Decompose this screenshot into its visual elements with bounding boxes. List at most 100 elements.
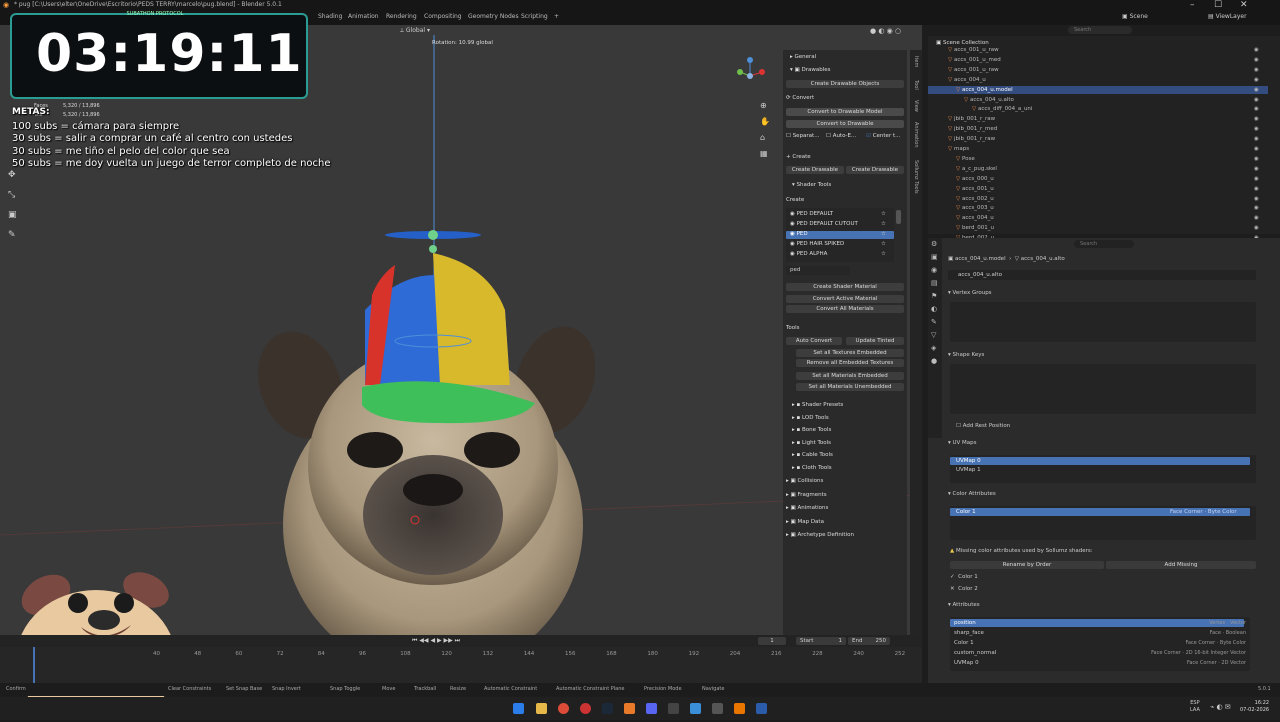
visibility-eye-icon[interactable]: ◉ <box>1254 126 1259 132</box>
keyboard-language[interactable]: ESP LAA <box>1190 700 1200 714</box>
shader-list-item[interactable]: ◉ PED ALPHA <box>790 251 827 257</box>
create-drawable-button-2[interactable]: Create Drawable <box>846 166 904 174</box>
workspace-tab-animation[interactable]: Animation <box>348 13 379 20</box>
visibility-eye-icon[interactable]: ◉ <box>1254 116 1259 122</box>
outliner-item[interactable]: ▽ accs_004_u <box>948 77 986 83</box>
uv-map-selected-row[interactable] <box>950 457 1250 465</box>
section-map-data[interactable]: ▸ ▣ Map Data <box>786 519 824 525</box>
outliner-item[interactable]: ▽ accs_001_u <box>956 186 994 192</box>
outliner-item[interactable]: ▽ accs_004_u.model <box>956 87 1013 93</box>
scene-collection-header[interactable]: ▣ Scene Collection <box>936 40 989 46</box>
set-all-textures-embedded-button[interactable]: Set all Textures Embedded <box>796 349 904 357</box>
terminal-icon[interactable] <box>712 703 723 714</box>
convert-to-drawable-button[interactable]: Convert to Drawable <box>786 120 904 128</box>
set-all-materials-embedded-button[interactable]: Set all Materials Embedded <box>796 372 904 380</box>
favorite-star-icon[interactable]: ☆ <box>881 241 886 247</box>
workspace-tab-compositing[interactable]: Compositing <box>424 13 462 20</box>
outliner-search-input[interactable]: Search <box>1068 26 1132 34</box>
favorite-star-icon[interactable]: ☆ <box>881 251 886 257</box>
favorite-star-icon[interactable]: ☆ <box>881 221 886 227</box>
create-drawable-button-1[interactable]: Create Drawable <box>786 166 844 174</box>
visibility-eye-icon[interactable]: ◉ <box>1254 176 1259 182</box>
current-frame-field[interactable]: 1 <box>758 637 786 645</box>
shape-keys-panel[interactable]: ▾ Shape Keys <box>948 352 984 358</box>
outliner-item[interactable]: ▽ accs_003_u <box>956 205 994 211</box>
outliner-item[interactable]: ▽ Pose <box>956 156 975 162</box>
set-all-materials-unembedded-button[interactable]: Set all Materials Unembedded <box>796 383 904 391</box>
camera-icon[interactable]: ⌂ <box>760 130 770 146</box>
playhead[interactable] <box>33 647 35 683</box>
visibility-eye-icon[interactable]: ◉ <box>1254 57 1259 63</box>
visibility-eye-icon[interactable]: ◉ <box>1254 106 1259 112</box>
center-checkbox[interactable]: ☑ Center t... <box>866 133 900 139</box>
shader-list-item[interactable]: ◉ PED HAIR SPIKED <box>790 241 844 247</box>
outliner-item[interactable]: ▽ a_c_pug.skel <box>956 166 997 172</box>
uv-map-0[interactable]: UVMap 0 <box>956 458 981 464</box>
workspace-tab-scripting[interactable]: Scripting <box>521 13 548 20</box>
subpanel-shader-presets[interactable]: ▸ ▪ Shader Presets <box>792 402 843 408</box>
pan-hand-icon[interactable]: ✋ <box>760 114 770 130</box>
settings-icon[interactable] <box>690 703 701 714</box>
convert-active-material-button[interactable]: Convert Active Material <box>786 295 904 303</box>
scale-tool-icon[interactable]: ⤡ <box>8 185 17 205</box>
view-layer-selector[interactable]: ▤ ViewLayer <box>1208 13 1247 20</box>
end-frame-field[interactable]: End 250 <box>848 637 890 645</box>
vertex-groups-list[interactable] <box>950 302 1256 342</box>
section-animations[interactable]: ▸ ▣ Animations <box>786 505 828 511</box>
vertex-groups-panel[interactable]: ▾ Vertex Groups <box>948 290 992 296</box>
workspace-tab-shading[interactable]: Shading <box>318 13 342 20</box>
workspace-tab-geometry-nodes[interactable]: Geometry Nodes <box>468 13 519 20</box>
visibility-eye-icon[interactable]: ◉ <box>1254 87 1259 93</box>
opera-icon[interactable] <box>580 703 591 714</box>
visibility-eye-icon[interactable]: ◉ <box>1254 196 1259 202</box>
attribute-selected-row[interactable] <box>950 619 1244 627</box>
workspace-tab-rendering[interactable]: Rendering <box>386 13 417 20</box>
shader-list-item[interactable]: ◉ PED DEFAULT CUTOUT <box>790 221 858 227</box>
subpanel-lod-tools[interactable]: ▸ ▪ LOD Tools <box>792 415 829 421</box>
app-icon[interactable] <box>756 703 767 714</box>
obs-icon[interactable] <box>668 703 679 714</box>
scene-selector[interactable]: ▣ Scene <box>1122 13 1148 20</box>
auto-convert-button[interactable]: Auto Convert <box>786 337 842 345</box>
create-shader-material-button[interactable]: Create Shader Material <box>786 283 904 291</box>
visibility-eye-icon[interactable]: ◉ <box>1254 146 1259 152</box>
sidebar-tab-view[interactable]: View <box>913 100 919 112</box>
outliner-item[interactable]: ▽ accs_002_u <box>956 196 994 202</box>
properties-search-input[interactable]: Search <box>1074 240 1134 248</box>
viewport-nav-buttons[interactable]: ⊕ ✋ ⌂ ▦ <box>760 98 770 162</box>
chrome-icon[interactable] <box>558 703 569 714</box>
visibility-eye-icon[interactable]: ◉ <box>1254 215 1259 221</box>
sidebar-tab-item[interactable]: Item <box>913 56 919 67</box>
convert-all-materials-button[interactable]: Convert All Materials <box>786 305 904 313</box>
shader-list-scrollbar[interactable] <box>896 210 901 224</box>
visibility-eye-icon[interactable]: ◉ <box>1254 97 1259 103</box>
start-frame-field[interactable]: Start 1 <box>796 637 846 645</box>
navigation-gizmo[interactable] <box>730 56 770 96</box>
minimize-button[interactable]: – <box>1190 0 1195 10</box>
outliner-item[interactable]: ▽ accs_001_u_med <box>948 57 1001 63</box>
shader-tools-section[interactable]: ▾ Shader Tools <box>792 182 831 188</box>
shape-keys-list[interactable] <box>950 364 1256 414</box>
perspective-grid-icon[interactable]: ▦ <box>760 146 770 162</box>
orientation-dropdown[interactable]: ⟂ Global ▾ <box>400 27 430 35</box>
outliner-item[interactable]: ▽ accs_000_u <box>956 176 994 182</box>
visibility-eye-icon[interactable]: ◉ <box>1254 225 1259 231</box>
properties-tabs[interactable]: ⚙ ▣ ◉ ▤ ⚑ ◐ ✎ ▽ ◈ ● <box>928 238 942 438</box>
visibility-eye-icon[interactable]: ◉ <box>1254 186 1259 192</box>
remove-all-embedded-textures-button[interactable]: Remove all Embedded Textures <box>796 359 904 367</box>
sidebar-tab-sollumz-tools[interactable]: Sollumz Tools <box>913 160 919 194</box>
color-attribute-name[interactable]: Color 1 <box>956 509 976 515</box>
favorite-star-icon[interactable]: ☆ <box>881 231 886 237</box>
visibility-eye-icon[interactable]: ◉ <box>1254 136 1259 142</box>
attributes-panel[interactable]: ▾ Attributes <box>948 602 980 608</box>
subpanel-cloth-tools[interactable]: ▸ ▪ Cloth Tools <box>792 465 832 471</box>
visibility-eye-icon[interactable]: ◉ <box>1254 77 1259 83</box>
general-section[interactable]: ▸ General <box>790 54 816 60</box>
blender-taskbar-icon[interactable] <box>734 703 745 714</box>
update-tinted-button[interactable]: Update Tinted <box>846 337 904 345</box>
attribute-name[interactable]: position <box>954 620 976 626</box>
visibility-eye-icon[interactable]: ◉ <box>1254 156 1259 162</box>
section-collisions[interactable]: ▸ ▣ Collisions <box>786 478 823 484</box>
visibility-eye-icon[interactable]: ◉ <box>1254 166 1259 172</box>
file-explorer-icon[interactable] <box>536 703 547 714</box>
